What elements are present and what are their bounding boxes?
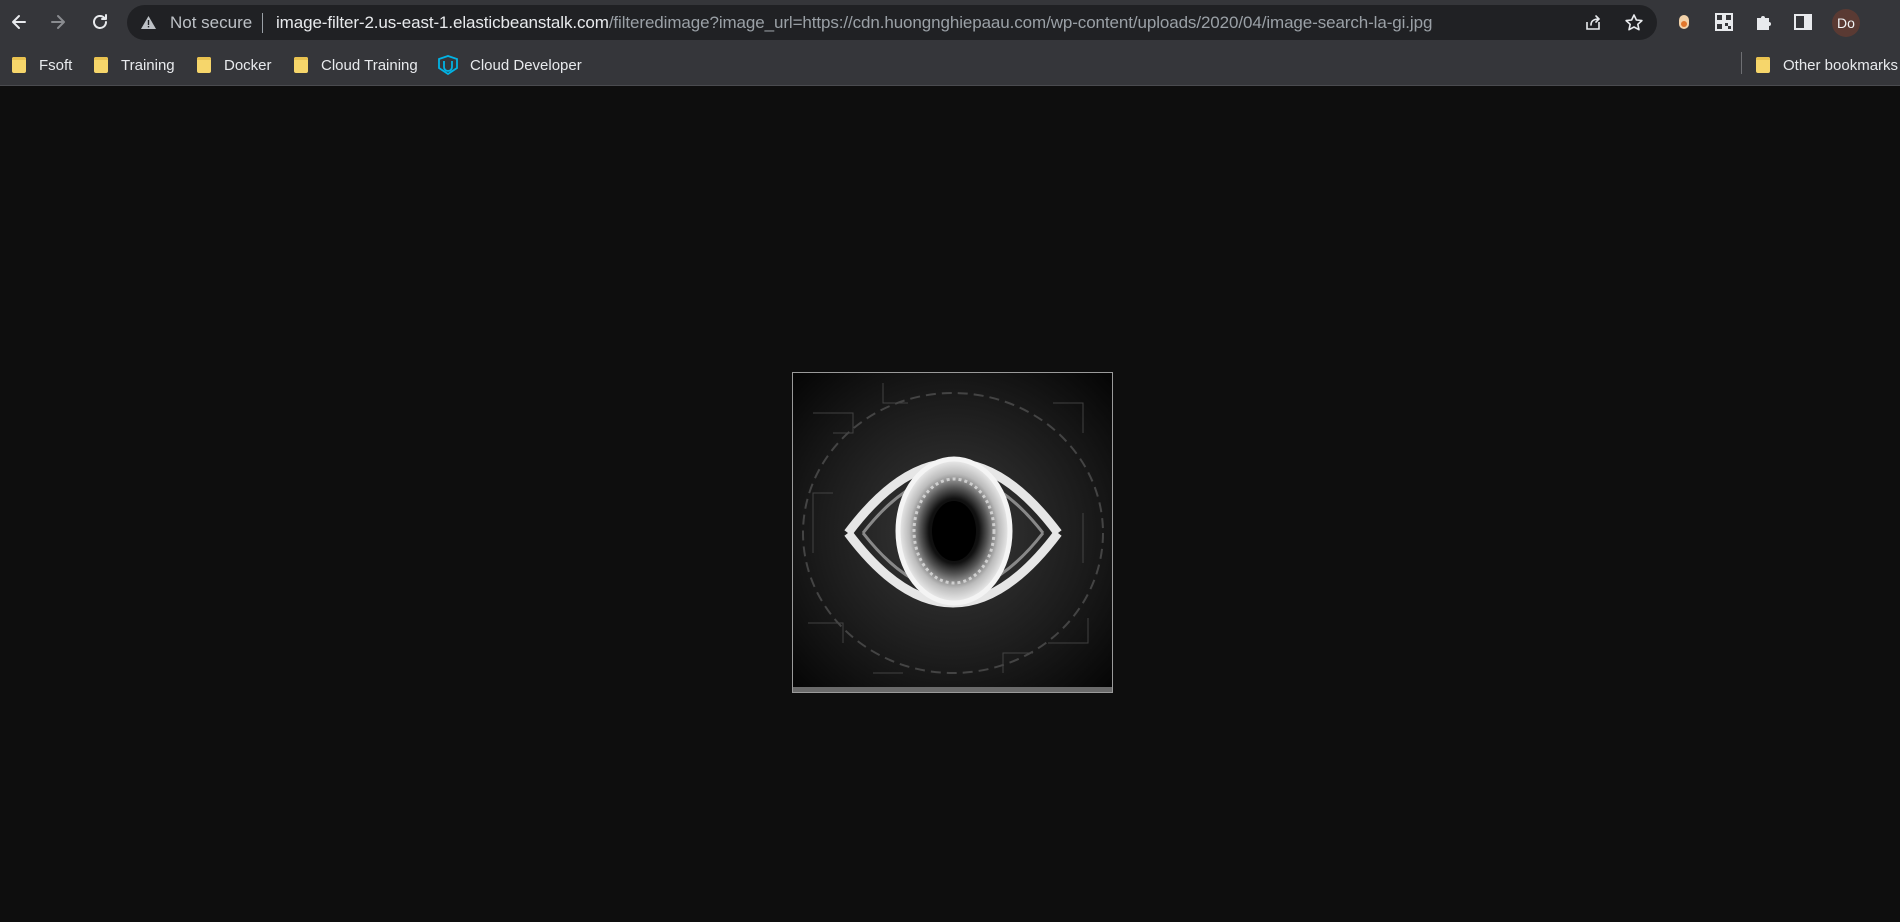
folder-icon bbox=[294, 57, 308, 73]
share-icon[interactable] bbox=[1583, 13, 1603, 33]
bookmark-star-icon[interactable] bbox=[1624, 13, 1644, 33]
qr-code-icon[interactable] bbox=[1712, 10, 1736, 34]
forward-button[interactable] bbox=[43, 7, 73, 37]
bookmark-label: Docker bbox=[224, 56, 272, 74]
arrow-left-icon bbox=[12, 15, 26, 29]
security-label[interactable]: Not secure bbox=[170, 13, 252, 33]
bookmark-fsoft[interactable]: Fsoft bbox=[12, 53, 72, 77]
bookmark-cloud-training[interactable]: Cloud Training bbox=[294, 53, 418, 77]
bookmark-label: Training bbox=[121, 56, 175, 74]
browser-toolbar: Not secure image-filter-2.us-east-1.elas… bbox=[0, 0, 1900, 45]
omnibox-divider bbox=[262, 13, 263, 33]
bookmark-label: Fsoft bbox=[39, 56, 73, 74]
bookmark-label: Cloud Developer bbox=[470, 56, 582, 74]
url-text[interactable]: image-filter-2.us-east-1.elasticbeanstal… bbox=[276, 13, 1432, 33]
bookmark-training[interactable]: Training bbox=[94, 53, 175, 77]
folder-icon bbox=[12, 57, 26, 73]
warning-icon[interactable] bbox=[140, 14, 157, 31]
bookmarks-bar: Fsoft Training Docker Cloud Training Clo… bbox=[0, 45, 1900, 86]
extension-dot-icon[interactable] bbox=[1672, 10, 1696, 34]
side-panel-icon[interactable] bbox=[1791, 10, 1815, 34]
reload-button[interactable] bbox=[85, 7, 115, 37]
eye-icon bbox=[793, 373, 1112, 692]
folder-icon bbox=[197, 57, 211, 73]
url-host: image-filter-2.us-east-1.elasticbeanstal… bbox=[276, 13, 609, 32]
other-bookmarks-label: Other bookmarks bbox=[1783, 56, 1899, 74]
other-bookmarks[interactable]: Other bookmarks bbox=[1756, 53, 1898, 77]
reload-icon bbox=[93, 14, 107, 29]
udacity-icon bbox=[438, 55, 458, 75]
bookmarks-divider bbox=[1741, 52, 1742, 74]
url-path: /filteredimage?image_url=https://cdn.huo… bbox=[608, 13, 1433, 32]
bookmark-cloud-developer[interactable]: Cloud Developer bbox=[437, 53, 582, 77]
bookmark-label: Cloud Training bbox=[321, 56, 418, 74]
arrow-right-icon bbox=[51, 15, 65, 29]
folder-icon bbox=[1756, 57, 1770, 73]
profile-avatar[interactable]: Do bbox=[1832, 9, 1860, 37]
bookmark-docker[interactable]: Docker bbox=[197, 53, 272, 77]
filtered-image[interactable] bbox=[792, 372, 1113, 693]
folder-icon bbox=[94, 57, 108, 73]
back-button[interactable] bbox=[4, 7, 34, 37]
extensions-puzzle-icon[interactable] bbox=[1752, 10, 1776, 34]
address-bar[interactable]: Not secure image-filter-2.us-east-1.elas… bbox=[127, 5, 1657, 40]
